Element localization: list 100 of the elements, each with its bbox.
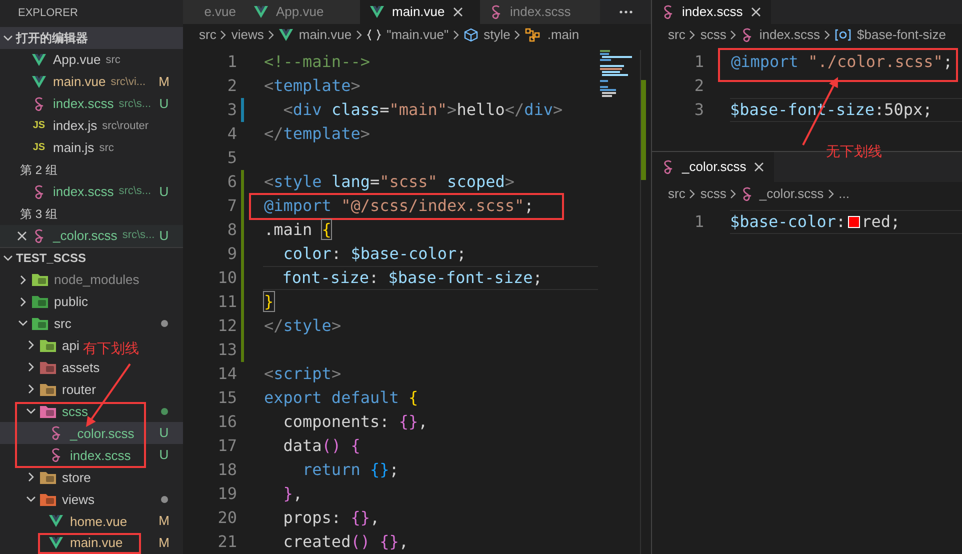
chevron-right-icon [220,30,228,40]
breadcrumb-item[interactable]: src [668,25,686,45]
more-icon[interactable] [618,10,632,14]
file-path: src\router [102,118,149,134]
chevron-down-icon[interactable] [3,33,13,43]
file-path: src\s... [118,184,152,200]
line-number: 6 [226,171,238,193]
breadcrumb-item[interactable]: views [231,25,264,45]
line-number: 8 [226,219,238,241]
line-number: 1 [693,51,705,73]
section-header[interactable]: 打开的编辑器 [0,27,183,49]
folder-name[interactable]: router [62,382,96,397]
editor-tab[interactable]: index.scss [652,0,771,24]
section-title: TEST_SCSS [16,250,86,268]
close-icon[interactable] [750,7,761,17]
change-marker[interactable] [241,98,244,122]
breadcrumb-item[interactable]: _color.scss [759,184,824,204]
close-icon[interactable] [452,7,463,17]
selected-row[interactable]: _color.scss U [0,422,183,444]
git-status: M [158,512,170,530]
breadcrumb-item[interactable]: style [484,25,510,45]
change-marker[interactable] [241,338,244,362]
editor-tab[interactable]: main.vue [360,0,480,24]
git-status: U [159,424,169,442]
close-icon[interactable] [754,162,764,172]
change-marker[interactable] [241,314,244,338]
folder-name[interactable]: assets [62,360,100,375]
file-name[interactable]: index.scss [53,94,114,114]
editor-tab[interactable]: _color.scss [652,152,774,182]
git-status: M [158,73,170,92]
file-name[interactable]: main.js [53,138,94,158]
v-file-icon [32,54,46,66]
file-name[interactable]: index.scss [70,448,131,463]
chevron-right-icon [268,30,275,40]
breadcrumb-item[interactable]: $base-font-size [857,25,946,45]
chevron-right-icon[interactable] [18,274,28,285]
file-name[interactable]: main.vue [70,535,123,550]
chevron-down-icon[interactable] [26,494,36,504]
folder-name[interactable]: views [62,492,95,507]
folder-name[interactable]: store [62,470,91,485]
chevron-down-icon[interactable] [3,253,13,264]
chevron-down-icon[interactable] [26,406,36,416]
line-number: 16 [216,411,238,433]
folder-name[interactable]: api [62,338,80,353]
chevron-right-icon[interactable] [18,296,28,306]
section-title: 打开的编辑器 [16,30,88,47]
close-icon[interactable] [17,230,27,241]
editor-tab[interactable]: e.vue [183,0,244,24]
squiggle-icon [662,5,674,19]
breadcrumb-item[interactable]: src [199,25,216,45]
folder-name[interactable]: public [54,294,88,309]
change-marker[interactable] [241,290,244,314]
change-marker[interactable] [241,242,244,266]
line-number: 3 [226,99,238,121]
squiggle-icon [741,187,754,201]
folder-icon [32,273,48,286]
line-number: 7 [226,195,238,217]
chevron-right-icon [730,30,738,40]
code-line: <style lang="scss" scoped> [264,173,514,191]
git-status: U [159,226,169,245]
file-name[interactable]: index.js [53,116,98,136]
file-name[interactable]: index.scss [53,182,114,202]
chevron-right-icon[interactable] [26,340,36,350]
file-name[interactable]: App.vue [53,50,101,70]
squiggle-icon [662,160,674,174]
folder-name[interactable]: node_modules [54,272,140,288]
folder-name[interactable]: scss [62,404,88,419]
breadcrumb-item[interactable]: .main [547,25,580,45]
code-line: <script> [264,365,342,383]
code-line: export default { [264,389,418,407]
chevron-right-icon[interactable] [26,362,36,372]
line-number: 12 [216,315,238,337]
breadcrumb-item[interactable]: scss [700,184,726,204]
braces-icon [366,29,381,41]
editor-tab[interactable]: App.vue [244,0,360,24]
breadcrumb-item[interactable]: ... [838,184,850,204]
breadcrumb-item[interactable]: src [668,184,686,204]
chevron-right-icon[interactable] [26,384,36,394]
chevron-down-icon[interactable] [18,318,28,328]
folder-icon [32,316,48,330]
code-line: props: {}, [282,509,380,527]
editor-tab[interactable]: index.scss [480,0,600,24]
breadcrumb-item[interactable]: index.scss [759,25,820,45]
chevron-right-icon[interactable] [26,472,36,482]
breadcrumb-item[interactable]: main.vue [298,25,352,45]
file-name[interactable]: home.vue [70,514,128,529]
change-marker[interactable] [241,266,244,290]
line-number: 2 [226,75,238,97]
line-number: 15 [216,387,238,409]
breadcrumb-item[interactable]: "main.vue" [386,25,449,45]
file-name[interactable]: main.vue [53,72,106,92]
selected-row[interactable]: _color.scss src\s... U [0,224,183,247]
change-marker[interactable] [241,194,244,218]
change-marker[interactable] [241,170,244,194]
change-marker[interactable] [241,218,244,242]
file-path: src\vi... [110,74,146,90]
file-name[interactable]: _color.scss [70,426,134,441]
file-name[interactable]: _color.scss [53,226,118,246]
folder-name[interactable]: src [54,316,72,331]
breadcrumb-item[interactable]: scss [700,25,726,45]
